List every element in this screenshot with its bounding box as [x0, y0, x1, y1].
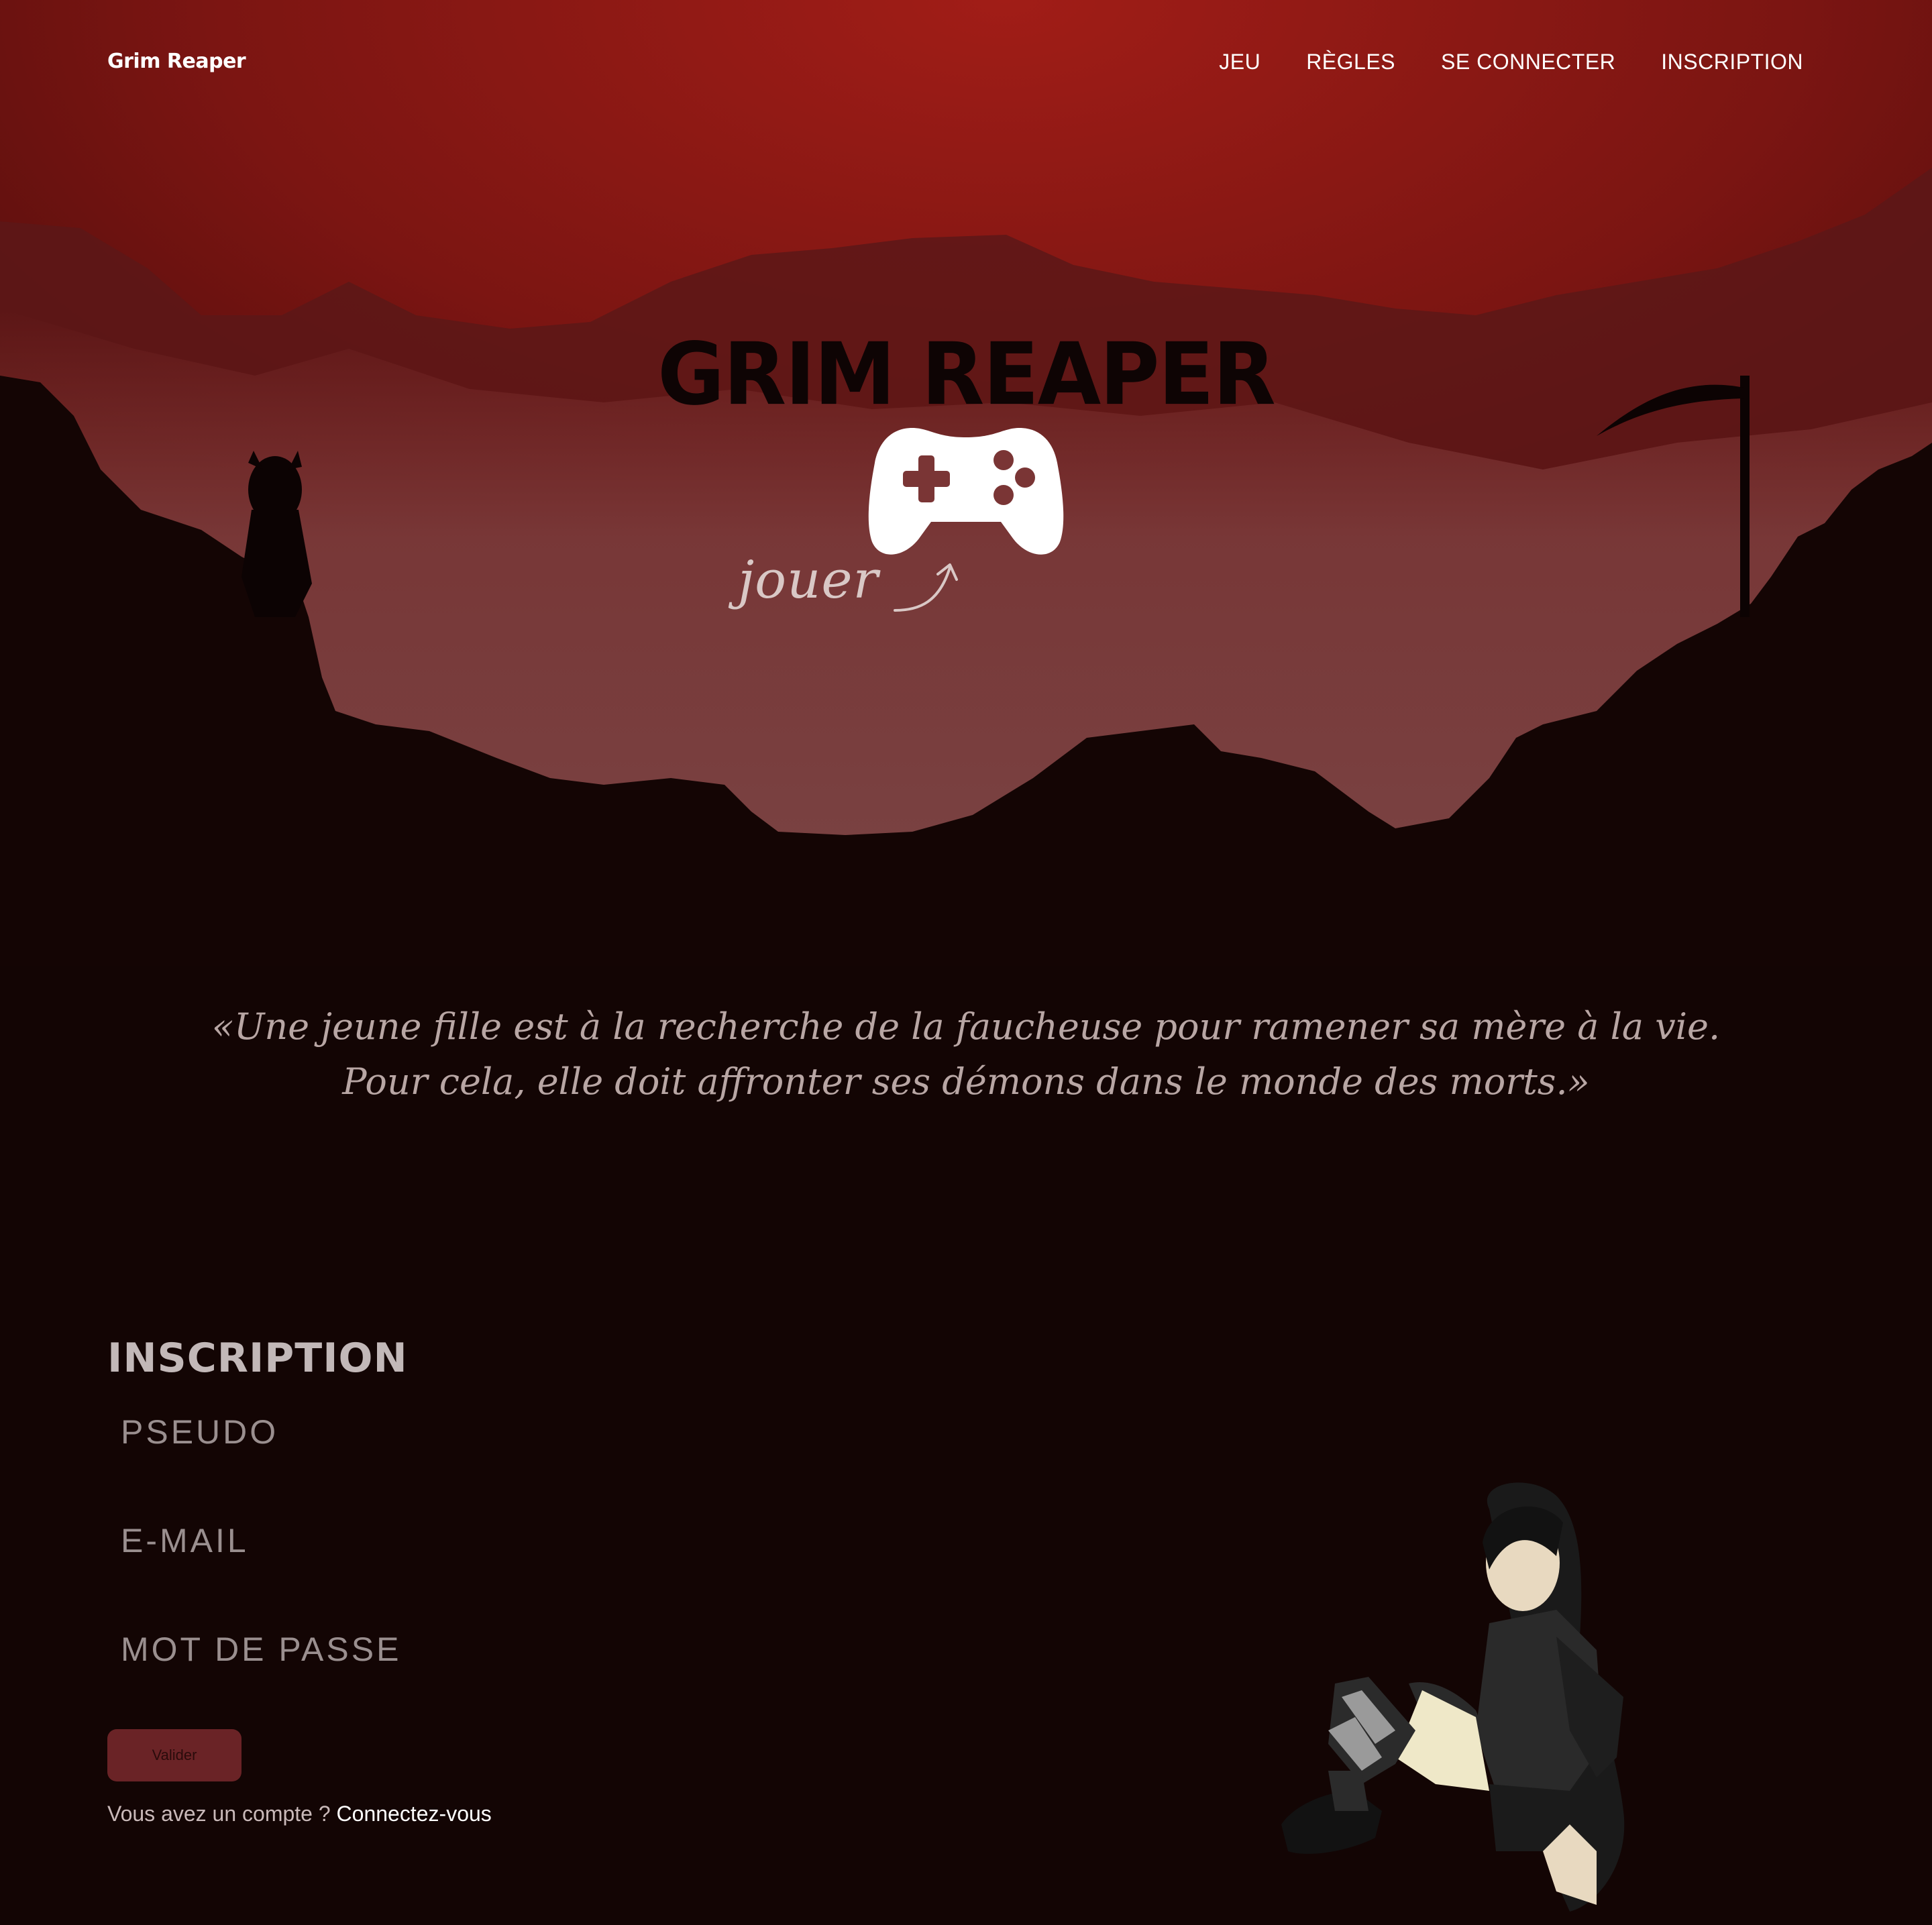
login-prompt-question: Vous avez un compte ? [107, 1802, 337, 1826]
play-hint-text: jouer [738, 550, 879, 610]
brand-logo[interactable]: Grim Reaper [107, 50, 246, 73]
hero-title: GRIM REAPER [657, 324, 1276, 425]
login-link[interactable]: Connectez-vous [337, 1802, 492, 1826]
anime-girl-character-illustration [1281, 1482, 1625, 1912]
synopsis-line-1: «Une jeune fille est à la recherche de l… [211, 1005, 1721, 1048]
play-button[interactable] [865, 421, 1067, 562]
nav-link-se-connecter[interactable]: SE CONNECTER [1441, 50, 1615, 74]
gamepad-icon [868, 428, 1064, 555]
submit-button[interactable]: Valider [107, 1729, 241, 1781]
password-field[interactable] [107, 1612, 577, 1686]
nav-link-jeu[interactable]: JEU [1219, 50, 1260, 74]
pseudo-field[interactable] [107, 1395, 577, 1469]
nav-link-inscription[interactable]: INSCRIPTION [1661, 50, 1803, 74]
hero-banner: Grim Reaper JEU RÈGLES SE CONNECTER INSC… [0, 0, 1932, 966]
game-synopsis: «Une jeune fille est à la recherche de l… [0, 999, 1932, 1109]
synopsis-line-2: Pour cela, elle doit affronter ses démon… [342, 1060, 1590, 1103]
nav-link-regles[interactable]: RÈGLES [1306, 50, 1395, 74]
signup-title: INSCRIPTION [107, 1334, 408, 1382]
curved-arrow-icon [894, 563, 958, 612]
login-prompt: Vous avez un compte ? Connectez-vous [107, 1802, 492, 1826]
email-field[interactable] [107, 1504, 577, 1578]
main-navigation: JEU RÈGLES SE CONNECTER INSCRIPTION [1219, 50, 1803, 74]
